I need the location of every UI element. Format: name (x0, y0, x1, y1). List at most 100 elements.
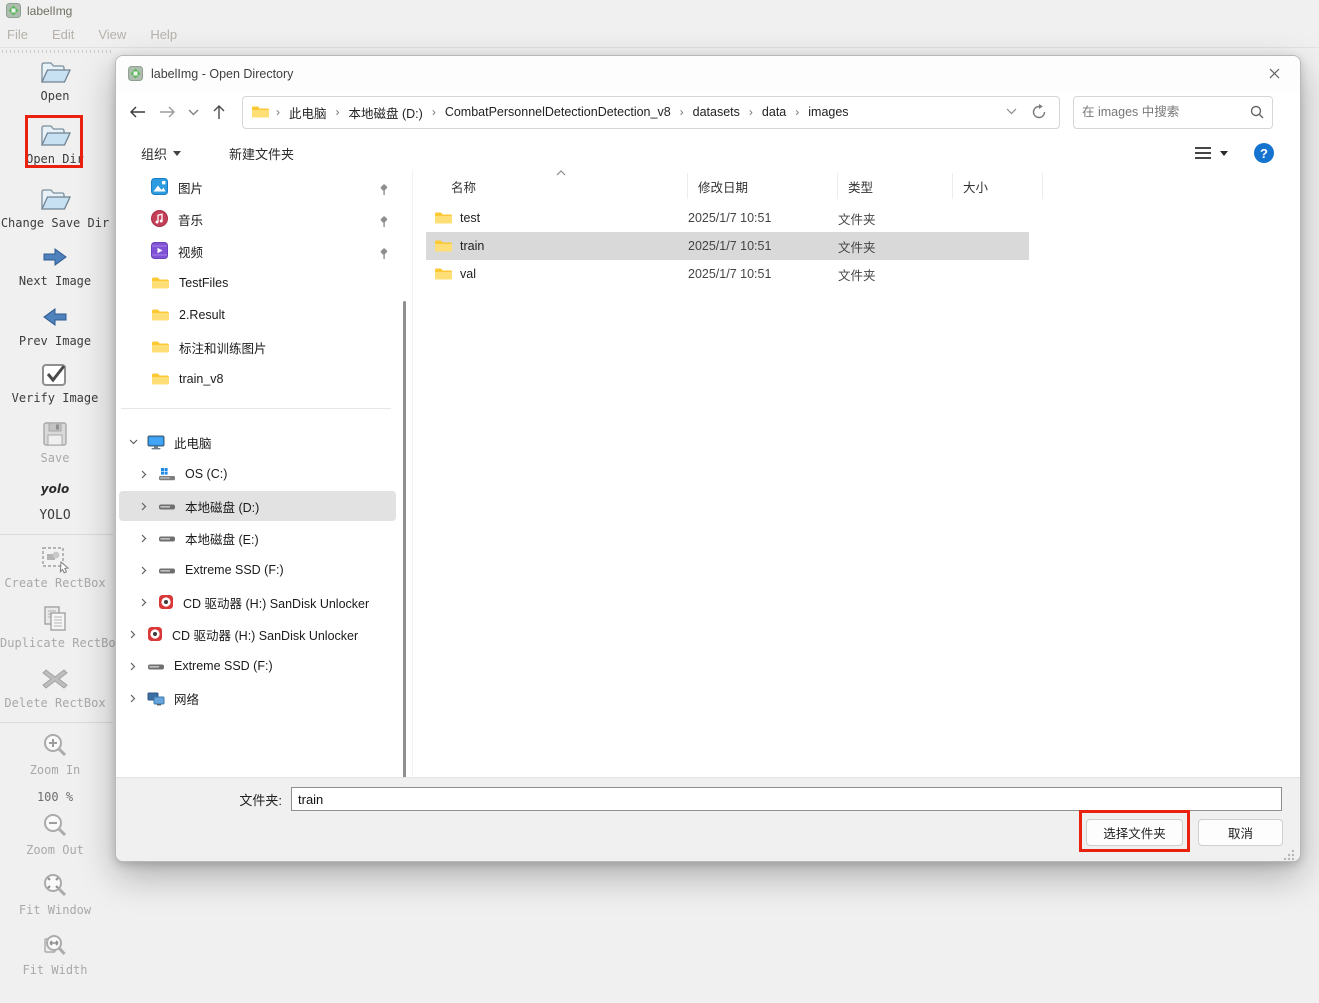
cancel-button[interactable]: 取消 (1198, 819, 1283, 846)
tool-next-image[interactable]: Next Image (0, 241, 110, 288)
sidebar-item-label: 2.Result (179, 308, 225, 322)
tool-prev-image[interactable]: Prev Image (0, 301, 110, 348)
tree-item-extreme-ssd-f-2[interactable]: Extreme SSD (F:) (119, 651, 396, 681)
tool-label: Prev Image (0, 334, 110, 348)
tool-save[interactable]: Save (0, 418, 110, 465)
menu-file[interactable]: File (0, 27, 40, 42)
search-bar[interactable] (1073, 96, 1273, 129)
back-arrow-icon[interactable] (122, 97, 152, 127)
sidebar-item-train-v8[interactable]: train_v8 (124, 364, 396, 394)
file-row-val[interactable]: val 2025/1/7 10:51 文件夹 (426, 260, 1029, 288)
history-chevron-icon[interactable] (182, 97, 204, 127)
column-header-type[interactable]: 类型 (838, 173, 953, 199)
column-header-size[interactable]: 大小 (953, 173, 1043, 199)
up-arrow-icon[interactable] (204, 97, 234, 127)
file-row-train[interactable]: train 2025/1/7 10:51 文件夹 (426, 232, 1029, 260)
breadcrumb-separator: › (794, 105, 800, 119)
tree-item-os-c[interactable]: OS (C:) (119, 459, 396, 489)
tree-item-local-disk-e[interactable]: 本地磁盘 (E:) (119, 523, 396, 553)
column-header-name[interactable]: 名称 (426, 173, 688, 199)
help-button[interactable]: ? (1254, 143, 1274, 163)
tool-verify-image[interactable]: Verify Image (0, 358, 110, 405)
chevron-right-icon[interactable] (139, 470, 149, 479)
sidebar-scrollbar[interactable] (403, 301, 406, 814)
tree-item-local-disk-d[interactable]: 本地磁盘 (D:) (119, 491, 396, 521)
chevron-right-icon[interactable] (128, 662, 138, 671)
sidebar-item-pictures[interactable]: 图片 (124, 172, 396, 202)
breadcrumb-item[interactable]: images (802, 102, 854, 122)
tree-item-this-pc[interactable]: 此电脑 (119, 427, 396, 457)
view-dropdown-chevron-icon[interactable] (1220, 151, 1228, 156)
tool-zoom-level[interactable]: 100 % (0, 789, 110, 804)
address-dropdown-chevron-icon[interactable] (1006, 103, 1017, 121)
sidebar-item-music[interactable]: 音乐 (124, 204, 396, 234)
chevron-right-icon[interactable] (139, 566, 149, 575)
sidebar-item-videos[interactable]: 视频 (124, 236, 396, 266)
toolbar-separator (0, 534, 113, 535)
dialog-titlebar[interactable]: labelImg - Open Directory (116, 56, 1300, 92)
view-list-icon[interactable] (1194, 144, 1212, 162)
file-list-header: 名称 修改日期 类型 大小 (426, 173, 1046, 199)
folder-icon (151, 274, 169, 292)
tool-open[interactable]: Open (0, 56, 110, 103)
drive-icon (147, 659, 165, 673)
tool-zoom-in[interactable]: Zoom In (0, 730, 110, 777)
breadcrumb-item[interactable]: 此电脑 (283, 100, 333, 125)
menu-help[interactable]: Help (138, 27, 189, 42)
sidebar-item-2result[interactable]: 2.Result (124, 300, 396, 330)
tool-change-save-dir[interactable]: Change Save Dir (0, 183, 110, 230)
resize-grip[interactable] (1284, 850, 1294, 860)
sidebar-separator (121, 408, 391, 409)
create-rectbox-icon (0, 543, 110, 575)
breadcrumb-item[interactable]: data (756, 102, 792, 122)
tool-zoom-out[interactable]: Zoom Out (0, 810, 110, 857)
chevron-down-icon[interactable] (128, 439, 138, 445)
file-row-test[interactable]: test 2025/1/7 10:51 文件夹 (426, 204, 1029, 232)
folder-name-input[interactable] (291, 787, 1282, 811)
new-folder-button[interactable]: 新建文件夹 (229, 144, 294, 163)
chevron-right-icon[interactable] (139, 502, 149, 511)
new-folder-label: 新建文件夹 (229, 144, 294, 163)
close-icon[interactable] (1254, 58, 1294, 88)
breadcrumb-separator: › (275, 105, 281, 119)
breadcrumb-item[interactable]: CombatPersonnelDetectionDetection_v8 (439, 102, 677, 122)
toolbar-dock-handle[interactable] (2, 50, 112, 53)
column-header-date[interactable]: 修改日期 (688, 173, 838, 199)
tool-create-rectbox[interactable]: Create RectBox (0, 543, 110, 590)
breadcrumb-item[interactable]: datasets (687, 102, 746, 122)
tool-fit-width[interactable]: Fit Width (0, 930, 110, 977)
organize-label: 组织 (141, 144, 167, 163)
yolo-text-icon: yolo (41, 482, 69, 496)
search-icon[interactable] (1250, 103, 1264, 121)
chevron-right-icon[interactable] (128, 630, 138, 639)
breadcrumb-item[interactable]: 本地磁盘 (D:) (343, 100, 429, 125)
cd-drive-icon (147, 626, 163, 642)
tool-yolo[interactable]: yolo YOLO (0, 478, 110, 523)
chevron-right-icon[interactable] (139, 598, 149, 607)
tree-item-extreme-ssd-f[interactable]: Extreme SSD (F:) (119, 555, 396, 585)
menu-view[interactable]: View (86, 27, 138, 42)
organize-button[interactable]: 组织 (141, 144, 181, 163)
chevron-right-icon[interactable] (128, 694, 138, 703)
tool-duplicate-rectbox[interactable]: Duplicate RectBox (0, 603, 110, 650)
zoom-in-icon (0, 730, 110, 762)
drive-icon (158, 563, 176, 577)
sidebar-item-testfiles[interactable]: TestFiles (124, 268, 396, 298)
tool-fit-window[interactable]: Fit Window (0, 870, 110, 917)
tree-item-cd-drive-h[interactable]: CD 驱动器 (H:) SanDisk Unlocker (119, 587, 396, 617)
chevron-right-icon[interactable] (139, 534, 149, 543)
drive-icon (158, 531, 176, 545)
tree-item-network[interactable]: 网络 (119, 683, 396, 713)
folder-icon (151, 370, 169, 388)
forward-arrow-icon[interactable] (152, 97, 182, 127)
refresh-icon[interactable] (1031, 103, 1047, 121)
tree-item-cd-drive-h-2[interactable]: CD 驱动器 (H:) SanDisk Unlocker (119, 619, 396, 649)
breadcrumb[interactable]: › 此电脑 › 本地磁盘 (D:) › CombatPersonnelDetec… (242, 96, 1060, 129)
search-input[interactable] (1082, 105, 1250, 119)
sidebar-item-annotation-images[interactable]: 标注和训练图片 (124, 332, 396, 362)
file-name: val (460, 267, 476, 281)
tool-label: Next Image (0, 274, 110, 288)
tool-delete-rectbox[interactable]: Delete RectBox (0, 663, 110, 710)
menu-edit[interactable]: Edit (40, 27, 86, 42)
tool-label: Fit Width (0, 963, 110, 977)
